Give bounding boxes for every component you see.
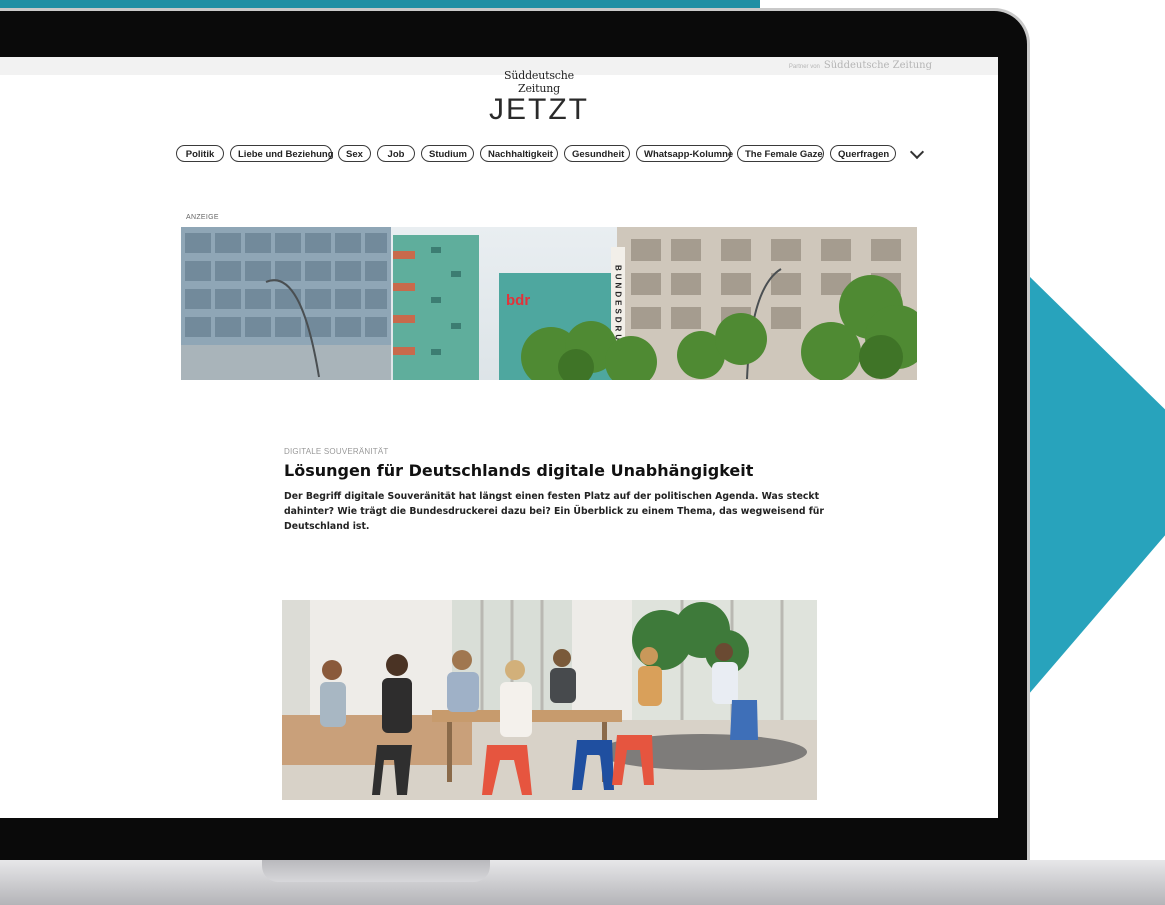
nav-item-studium[interactable]: Studium <box>421 145 474 162</box>
logo-title: JETZT <box>489 93 589 126</box>
nav-item-sex[interactable]: Sex <box>338 145 371 162</box>
partner-link[interactable]: Partner von Süddeutsche Zeitung <box>789 60 932 71</box>
nav-item-nachhaltigkeit[interactable]: Nachhaltigkeit <box>480 145 558 162</box>
site-logo[interactable]: Süddeutsche Zeitung JETZT <box>484 69 594 127</box>
nav-item-liebe[interactable]: Liebe und Beziehung <box>230 145 334 162</box>
banner-illustration: bdr BUNDESDRU <box>181 227 917 380</box>
office-illustration <box>282 600 817 800</box>
ad-label: ANZEIGE <box>186 214 219 221</box>
nav-item-politik[interactable]: Politik <box>176 145 224 162</box>
nav-item-whatsapp[interactable]: Whatsapp-Kolumne <box>636 145 733 162</box>
article-teaser: Der Begriff digitale Souveränität hat lä… <box>284 491 825 532</box>
browser-screen: Partner von Süddeutsche Zeitung Süddeutsc… <box>0 57 998 818</box>
chevron-down-icon[interactable] <box>909 144 925 160</box>
ad-banner-image[interactable]: bdr BUNDESDRU <box>181 227 917 380</box>
laptop-base <box>0 860 1165 905</box>
background-teal-arrow <box>1028 275 1165 695</box>
logo-publisher: Süddeutsche Zeitung <box>504 69 574 95</box>
partner-brand: Süddeutsche Zeitung <box>823 60 932 71</box>
article-kicker: DIGITALE SOUVERÄNITÄT <box>284 447 389 456</box>
nav-item-job[interactable]: Job <box>377 145 415 162</box>
nav-item-female-gaze[interactable]: The Female Gaze <box>737 145 824 162</box>
nav-item-gesundheit[interactable]: Gesundheit <box>564 145 630 162</box>
article-photo[interactable] <box>282 600 817 800</box>
partner-prefix: Partner von <box>788 64 820 70</box>
article-headline[interactable]: Lösungen für Deutschlands digitale Unabh… <box>284 461 844 480</box>
nav-item-querfragen[interactable]: Querfragen <box>830 145 896 162</box>
ad-vertical-sign: BUNDESDRU <box>614 265 623 343</box>
laptop-notch <box>262 860 490 882</box>
ad-building-sign: bdr <box>506 292 530 309</box>
